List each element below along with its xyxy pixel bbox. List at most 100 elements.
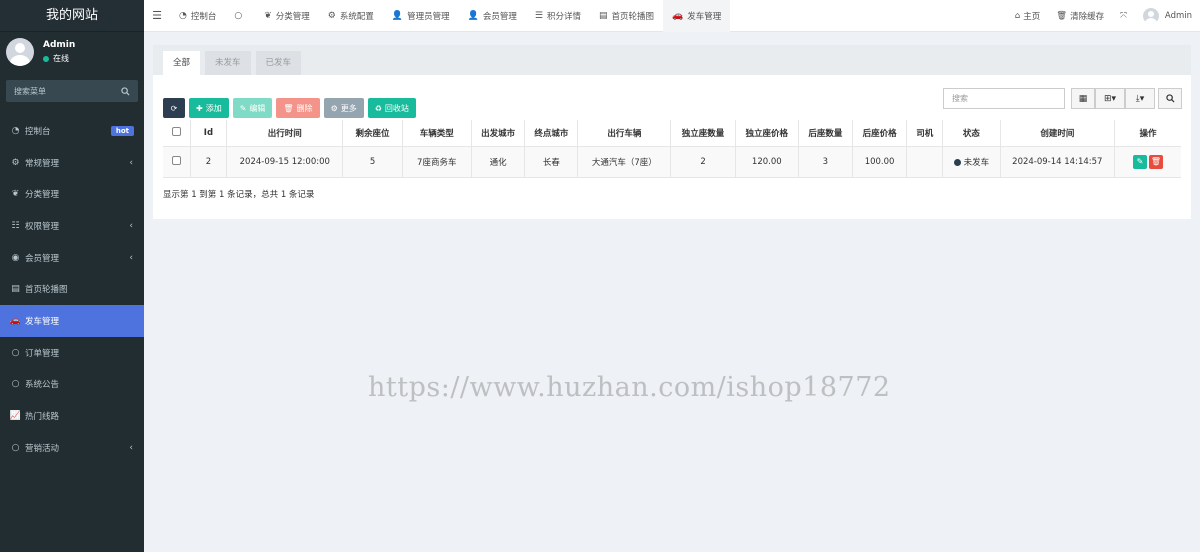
page-tab-8[interactable]: 🚗 发车管理 [662,0,731,32]
column-header-5[interactable]: 终点城市 [524,120,579,147]
page-tab-6[interactable]: ☰ 积分详情 [526,0,590,32]
plus-icon: ✚ [196,103,203,113]
sidebar-item-label: 常规管理 [25,158,60,169]
page-tab-0[interactable]: ◔ 控制台 [170,0,225,32]
column-header-14[interactable]: 操作 [1113,120,1181,147]
column-header-2[interactable]: 剩余座位 [342,120,403,147]
content-panel: 全部 未发车 已发车 ⟳ ✚ 添加 ✎ 编辑 🗑 删除 ⚙ 更多 ♻ 回收站 搜索 ▦ ⊞▾ … [153,45,1191,219]
sidebar-item-4[interactable]: ◉ 会员管理 ‹ [0,242,144,274]
row-delete-button[interactable]: 🗑 [1148,154,1163,169]
sidebar-item-0[interactable]: ◔ 控制台 hot [0,115,144,147]
table-cell: 2 [670,145,736,178]
page-tab-1[interactable]: ○ [225,0,255,32]
sidebar-item-label: 控制台 [25,126,51,137]
avatar [6,38,34,66]
search-icon[interactable] [121,86,130,96]
column-header-3[interactable]: 车辆类型 [401,120,472,147]
select-all-cell [163,120,191,147]
page-tab-4[interactable]: 👤 管理员管理 [383,0,459,32]
admin-dropdown[interactable]: Admin [1135,7,1200,24]
leaf-icon: ❦ [264,10,272,21]
sidebar-item-2[interactable]: ❦ 分类管理 [0,178,144,210]
sidebar-item-label: 热门线路 [25,412,60,423]
page-tab-label: 系统配置 [339,11,374,22]
column-header-7[interactable]: 独立座数量 [670,120,736,147]
column-header-0[interactable]: Id [189,120,228,147]
fullscreen-button[interactable]: ⤧ [1112,11,1135,21]
column-header-4[interactable]: 出发城市 [470,120,526,147]
edit-button[interactable]: ✎ 编辑 [232,98,273,118]
page-tab-label: 积分详情 [546,11,581,22]
brand-logo[interactable]: 我的网站 [0,0,144,32]
table-cell [906,145,944,178]
sidebar-item-3[interactable]: ☷ 权限管理 ‹ [0,210,144,242]
status-tab-0[interactable]: 全部 [163,51,201,75]
page-tab-7[interactable]: ▤ 首页轮播图 [590,0,663,32]
car-icon: 🚗 [671,10,684,21]
advanced-search-button[interactable] [1158,88,1182,109]
columns-button[interactable]: ⊞▾ [1095,88,1125,109]
status-tabs: 全部 未发车 已发车 [153,45,1191,75]
sidebar-menu: ◔ 控制台 hot ⚙ 常规管理 ‹ ❦ 分类管理 ☷ 权限管理 ‹ ◉ 会员管理 ‹ ▤ 首页轮播图 🚗 发车管… [0,115,144,464]
sidebar-item-1[interactable]: ⚙ 常规管理 ‹ [0,147,144,179]
avatar [1142,7,1159,24]
column-header-11[interactable]: 司机 [906,120,944,147]
circle-icon: ○ [11,379,20,390]
row-checkbox[interactable] [171,155,181,165]
more-button[interactable]: ⚙ 更多 [323,98,364,118]
list-icon: ▦ [1078,93,1088,104]
watermark: https://www.huzhan.com/ishop18772 [368,372,891,403]
column-header-1[interactable]: 出行时间 [226,120,344,147]
film-icon: ▤ [598,10,608,21]
trash-icon: 🗑 [283,103,294,113]
page-tab-label: 发车管理 [687,11,722,22]
table-search-input[interactable]: 搜索 [943,88,1065,109]
clear-cache-button[interactable]: 🗑 清除缓存 [1048,10,1112,22]
row-edit-button[interactable]: ✎ [1132,154,1147,169]
sidebar-item-label: 首页轮播图 [25,285,68,296]
hot-badge: hot [110,125,134,136]
dashboard-icon: ◔ [179,10,187,21]
column-header-9[interactable]: 后座数量 [797,120,853,147]
status-text: 未发车 [963,157,990,168]
page-tab-3[interactable]: ⚙ 系统配置 [319,0,383,32]
menu-search-input[interactable]: 搜索菜单 [6,80,138,102]
toggle-view-button[interactable]: ▦ [1071,88,1095,109]
add-button[interactable]: ✚ 添加 [189,98,229,118]
table-row[interactable]: 2 2024-09-15 12:00:00 5 7座商务车 通化 长春 大通汽车（7座） 2 1… [163,145,1181,178]
select-all-checkbox[interactable] [171,126,181,136]
status-tab-1[interactable]: 未发车 [205,51,251,75]
page-tab-2[interactable]: ❦ 分类管理 [255,0,319,32]
recycle-icon: ♻ [374,103,382,113]
status-tab-2[interactable]: 已发车 [255,51,302,75]
table-cell: 5 [342,145,403,178]
table-cell: 100.00 [851,145,908,178]
table-cell: 7座商务车 [401,145,472,178]
export-button[interactable]: ⤓▾ [1125,88,1155,109]
recycle-bin-button[interactable]: ♻ 回收站 [367,98,416,118]
sidebar-item-8[interactable]: ○ 系统公告 [0,369,144,401]
user-panel: Admin 在线 [0,32,144,72]
sidebar-item-9[interactable]: 📈 热门线路 [0,400,144,432]
sidebar-item-label: 营销活动 [25,443,60,454]
delete-button[interactable]: 🗑 删除 [276,98,320,118]
circle-icon: ○ [11,442,20,453]
column-header-8[interactable]: 独立座价格 [734,120,799,147]
search-icon [1165,94,1175,103]
home-link[interactable]: ⌂ 主页 [1007,10,1048,22]
column-header-6[interactable]: 出行车辆 [577,120,672,147]
row-select-cell [163,145,191,178]
sidebar-item-label: 会员管理 [25,253,60,264]
column-header-12[interactable]: 状态 [942,120,1001,147]
sidebar-item-10[interactable]: ○ 营销活动 ‹ [0,432,144,464]
column-header-13[interactable]: 创建时间 [999,120,1115,147]
column-header-10[interactable]: 后座价格 [851,120,908,147]
sidebar-item-7[interactable]: ○ 订单管理 [0,337,144,369]
table-cell: 通化 [470,145,526,178]
sidebar-item-6[interactable]: 🚗 发车管理 [0,305,144,337]
menu-toggle-icon[interactable]: ☰ [144,9,170,22]
sidebar-item-5[interactable]: ▤ 首页轮播图 [0,273,144,305]
cog-icon: ⚙ [330,103,338,113]
refresh-button[interactable]: ⟳ [163,98,185,118]
page-tab-5[interactable]: 👤 会员管理 [459,0,526,32]
